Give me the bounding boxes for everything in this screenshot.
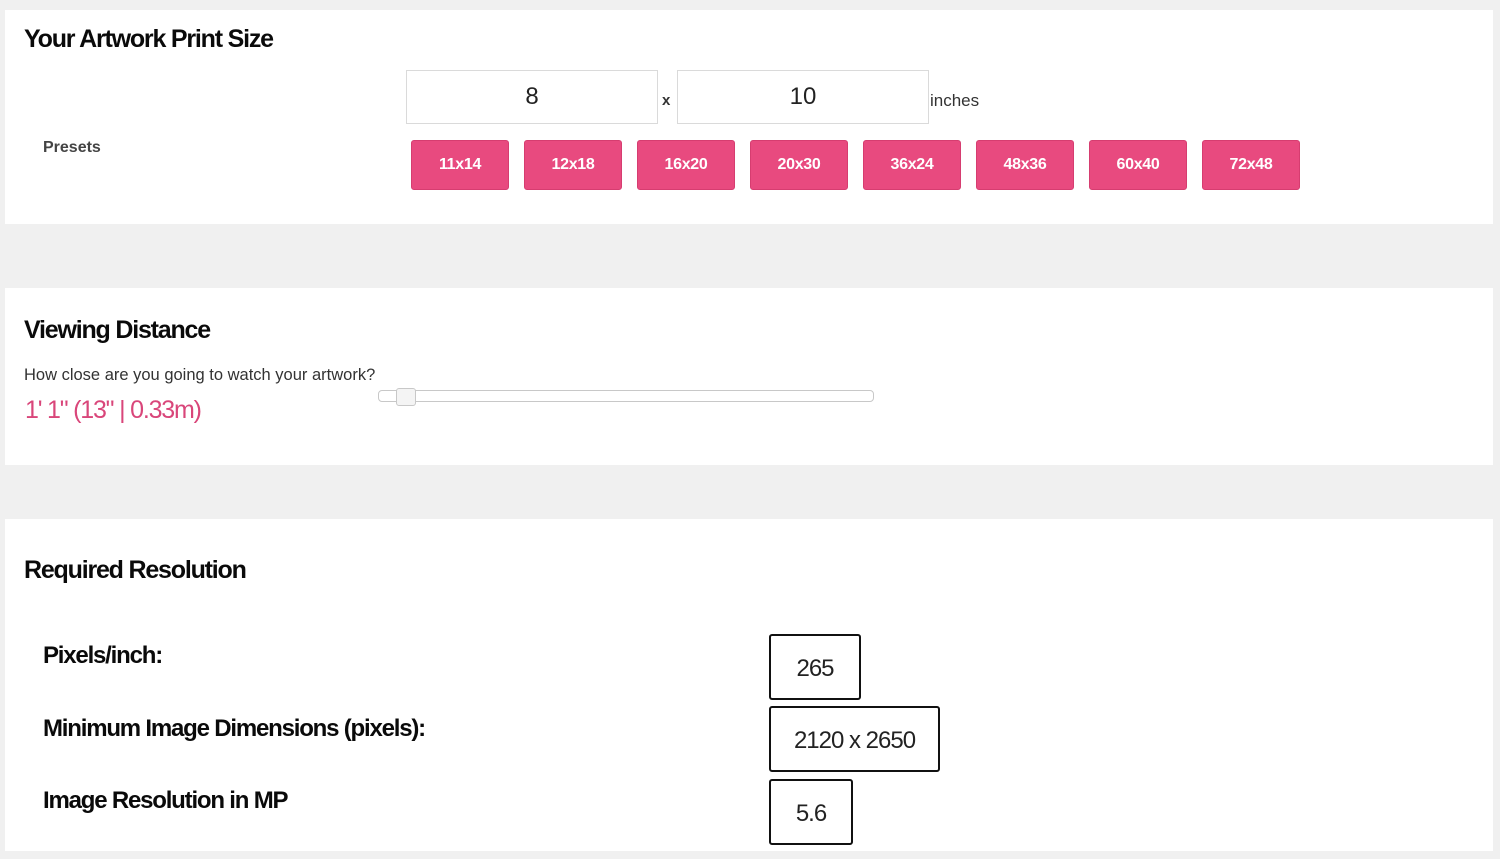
preset-button-72x48[interactable]: 72x48 xyxy=(1202,140,1300,190)
distance-slider-handle[interactable] xyxy=(396,388,417,406)
preset-button-12x18[interactable]: 12x18 xyxy=(524,140,622,190)
viewing-distance-panel: Viewing Distance How close are you going… xyxy=(5,288,1493,465)
pixels-per-inch-label: Pixels/inch: xyxy=(43,642,163,669)
print-size-panel: Your Artwork Print Size x inches Presets… xyxy=(5,10,1493,224)
min-dimensions-value: 2120 x 2650 xyxy=(769,706,940,772)
distance-question: How close are you going to watch your ar… xyxy=(24,366,376,384)
distance-slider-track[interactable] xyxy=(378,390,874,402)
megapixels-label: Image Resolution in MP xyxy=(43,787,288,814)
preset-button-48x36[interactable]: 48x36 xyxy=(976,140,1074,190)
print-size-title: Your Artwork Print Size xyxy=(24,25,274,53)
viewing-distance-title: Viewing Distance xyxy=(24,316,211,344)
presets-label: Presets xyxy=(43,139,101,156)
preset-buttons: 11x14 12x18 16x20 20x30 36x24 48x36 60x4… xyxy=(411,140,1300,190)
unit-label: inches xyxy=(930,91,980,110)
min-dimensions-label: Minimum Image Dimensions (pixels): xyxy=(43,715,426,742)
preset-button-20x30[interactable]: 20x30 xyxy=(750,140,848,190)
preset-button-16x20[interactable]: 16x20 xyxy=(637,140,735,190)
distance-value: 1' 1" (13" | 0.33m) xyxy=(25,396,202,424)
preset-button-60x40[interactable]: 60x40 xyxy=(1089,140,1187,190)
times-sign: x xyxy=(662,92,671,109)
megapixels-value: 5.6 xyxy=(769,779,853,845)
preset-button-36x24[interactable]: 36x24 xyxy=(863,140,961,190)
print-height-input[interactable] xyxy=(677,70,929,124)
print-width-input[interactable] xyxy=(406,70,658,124)
pixels-per-inch-value: 265 xyxy=(769,634,861,700)
required-resolution-panel: Required Resolution Pixels/inch: 265 Min… xyxy=(5,519,1493,851)
required-resolution-title: Required Resolution xyxy=(24,556,247,584)
preset-button-11x14[interactable]: 11x14 xyxy=(411,140,509,190)
